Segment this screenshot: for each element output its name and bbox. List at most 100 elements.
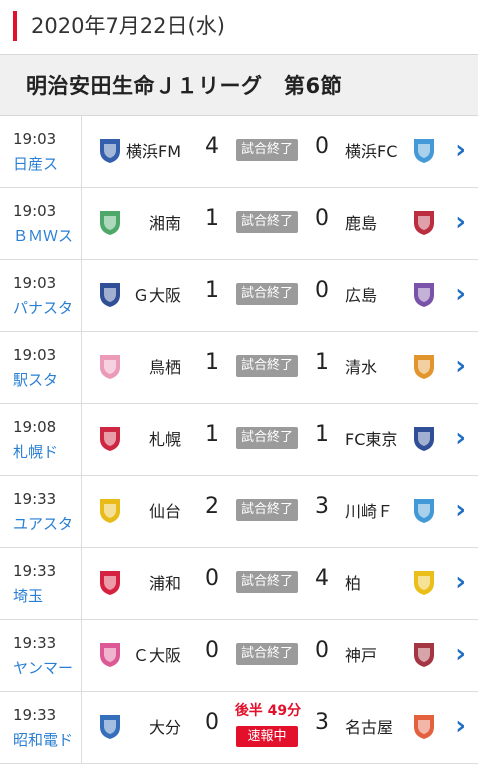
gamba-emblem	[96, 280, 124, 308]
match-status-badge: 速報中	[236, 726, 298, 747]
oita-emblem	[96, 712, 124, 740]
kickoff-time: 19:03	[13, 202, 57, 220]
match-row[interactable]: 19:33 ヤンマー Ｃ大阪 0 試合終了 0 神戸 ›	[0, 620, 478, 692]
chevron-right-icon[interactable]: ›	[455, 353, 466, 379]
kickoff-time: 19:03	[13, 130, 57, 148]
league-header: 明治安田生命Ｊ１リーグ 第6節	[0, 54, 478, 116]
match-row[interactable]: 19:33 埼玉 浦和 0 試合終了 4 柏 ›	[0, 548, 478, 620]
sendai-emblem	[96, 496, 124, 524]
match-date: 2020年7月22日(水)	[31, 14, 225, 38]
chevron-right-icon[interactable]: ›	[455, 425, 466, 451]
time-venue-cell: 19:03 日産ス	[0, 116, 82, 187]
home-team-name: 大分	[148, 718, 181, 737]
hiroshima-emblem	[410, 280, 438, 308]
shonan-emblem	[96, 208, 124, 236]
away-team-name: 広島	[345, 286, 378, 305]
urawa-emblem	[96, 568, 124, 596]
time-venue-cell: 19:33 ヤンマー	[0, 620, 82, 691]
sapporo-emblem	[96, 424, 124, 452]
away-team-name: FC東京	[345, 430, 398, 449]
chevron-right-icon[interactable]: ›	[455, 713, 466, 739]
time-venue-cell: 19:33 昭和電ド	[0, 692, 82, 763]
chevron-right-icon[interactable]: ›	[455, 569, 466, 595]
away-score: 1	[315, 422, 329, 447]
kawasaki-emblem	[410, 496, 438, 524]
home-score: 1	[205, 206, 219, 231]
match-status-badge: 試合終了	[236, 355, 298, 377]
kickoff-time: 19:03	[13, 346, 57, 364]
away-score: 1	[315, 350, 329, 375]
away-team-name: 柏	[345, 574, 362, 593]
away-team-name: 神戸	[345, 646, 378, 665]
away-score: 3	[315, 494, 329, 519]
chevron-right-icon[interactable]: ›	[455, 137, 466, 163]
venue-link[interactable]: 日産ス	[13, 153, 58, 174]
kickoff-time: 19:33	[13, 634, 57, 652]
match-row[interactable]: 19:03 駅スタ 鳥栖 1 試合終了 1 清水 ›	[0, 332, 478, 404]
venue-link[interactable]: ヤンマー	[13, 657, 73, 678]
away-team-name: 鹿島	[345, 214, 378, 233]
home-score: 1	[205, 278, 219, 303]
match-row[interactable]: 19:08 札幌ド 札幌 1 試合終了 1 FC東京 ›	[0, 404, 478, 476]
match-row[interactable]: 19:03 日産ス 横浜FM 4 試合終了 0 横浜FC ›	[0, 116, 478, 188]
home-team-name: 浦和	[148, 574, 181, 593]
venue-link[interactable]: 札幌ド	[13, 441, 58, 462]
venue-link[interactable]: ユアスタ	[13, 513, 73, 534]
league-title: 明治安田生命Ｊ１リーグ 第6節	[26, 74, 343, 98]
away-score: 0	[315, 206, 329, 231]
home-score: 1	[205, 422, 219, 447]
away-score: 4	[315, 566, 329, 591]
venue-link[interactable]: ＢＭＷス	[13, 225, 73, 246]
match-status-badge: 試合終了	[236, 643, 298, 665]
home-score: 0	[205, 710, 219, 735]
home-score: 0	[205, 638, 219, 663]
chevron-right-icon[interactable]: ›	[455, 497, 466, 523]
kickoff-time: 19:08	[13, 418, 57, 436]
venue-link[interactable]: 埼玉	[13, 585, 43, 606]
home-team-name: 湘南	[148, 214, 181, 233]
away-team-name: 清水	[345, 358, 378, 377]
venue-link[interactable]: 昭和電ド	[13, 729, 73, 750]
away-team-name: 川崎Ｆ	[345, 502, 394, 521]
home-team-name: Ｃ大阪	[132, 646, 181, 665]
home-score: 1	[205, 350, 219, 375]
home-team-name: 鳥栖	[148, 358, 181, 377]
yokohama-fc-emblem	[410, 136, 438, 164]
time-venue-cell: 19:08 札幌ド	[0, 404, 82, 475]
home-score: 2	[205, 494, 219, 519]
chevron-right-icon[interactable]: ›	[455, 281, 466, 307]
time-venue-cell: 19:03 駅スタ	[0, 332, 82, 403]
kickoff-time: 19:33	[13, 490, 57, 508]
venue-link[interactable]: 駅スタ	[13, 369, 58, 390]
match-row[interactable]: 19:03 パナスタ Ｇ大阪 1 試合終了 0 広島 ›	[0, 260, 478, 332]
home-team-name: 札幌	[148, 430, 181, 449]
match-row[interactable]: 19:03 ＢＭＷス 湘南 1 試合終了 0 鹿島 ›	[0, 188, 478, 260]
cerezo-emblem	[96, 640, 124, 668]
away-team-name: 横浜FC	[345, 142, 398, 161]
fc-tokyo-emblem	[410, 424, 438, 452]
nagoya-emblem	[410, 712, 438, 740]
match-row[interactable]: 19:33 ユアスタ 仙台 2 試合終了 3 川崎Ｆ ›	[0, 476, 478, 548]
match-status-badge: 試合終了	[236, 427, 298, 449]
chevron-right-icon[interactable]: ›	[455, 641, 466, 667]
time-venue-cell: 19:03 ＢＭＷス	[0, 188, 82, 259]
kickoff-time: 19:33	[13, 706, 57, 724]
match-status-badge: 試合終了	[236, 283, 298, 305]
time-venue-cell: 19:33 埼玉	[0, 548, 82, 619]
home-score: 0	[205, 566, 219, 591]
kashiwa-emblem	[410, 568, 438, 596]
date-accent-bar	[13, 11, 17, 41]
away-score: 0	[315, 134, 329, 159]
venue-link[interactable]: パナスタ	[13, 297, 73, 318]
away-score: 0	[315, 638, 329, 663]
away-score: 3	[315, 710, 329, 735]
home-team-name: 横浜FM	[125, 142, 181, 161]
chevron-right-icon[interactable]: ›	[455, 209, 466, 235]
match-status-badge: 試合終了	[236, 571, 298, 593]
match-row[interactable]: 19:33 昭和電ド 大分 0 後半 49分 速報中 3 名古屋 ›	[0, 692, 478, 764]
kobe-emblem	[410, 640, 438, 668]
kashima-emblem	[410, 208, 438, 236]
match-status-badge: 試合終了	[236, 499, 298, 521]
time-venue-cell: 19:03 パナスタ	[0, 260, 82, 331]
kickoff-time: 19:33	[13, 562, 57, 580]
